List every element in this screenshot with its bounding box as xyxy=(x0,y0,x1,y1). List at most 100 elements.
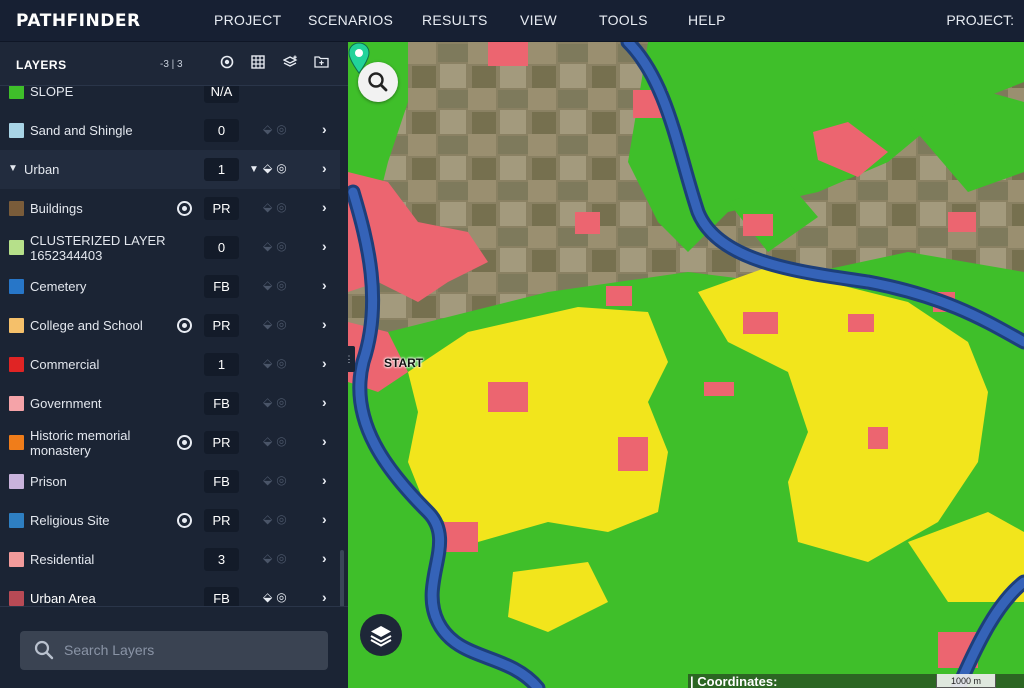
layer-badge[interactable]: 0 xyxy=(204,236,239,259)
layer-name: Historic memorial monastery xyxy=(30,428,131,458)
layer-name: Cemetery xyxy=(30,279,87,294)
visibility-toggle-icon[interactable]: ⬙◎ xyxy=(263,356,307,372)
start-pin-icon[interactable] xyxy=(348,42,370,74)
visibility-toggle-icon[interactable]: ⬙◎ xyxy=(263,278,307,294)
layer-name: Commercial xyxy=(30,357,100,372)
layers-add-icon[interactable] xyxy=(281,55,299,73)
map-layers-button[interactable] xyxy=(360,614,402,656)
layer-name: Religious Site xyxy=(30,513,110,528)
grid-icon[interactable] xyxy=(249,55,267,73)
layer-badge[interactable]: 1 xyxy=(204,158,239,181)
chevron-right-icon[interactable]: › xyxy=(322,589,327,605)
visibility-toggle-icon[interactable]: ⬙◎ xyxy=(263,317,307,333)
sidebar-resize-handle[interactable]: ⋮ xyxy=(343,346,355,372)
visibility-toggle-icon[interactable]: ⬙◎ xyxy=(263,434,307,450)
layer-row[interactable]: Prison FB ⬙◎ › xyxy=(0,462,340,501)
layer-badge[interactable]: FB xyxy=(204,392,239,415)
target-icon[interactable] xyxy=(177,201,192,216)
map-view[interactable]: START | Coordinates: 1000 m xyxy=(348,42,1024,688)
project-label: PROJECT: xyxy=(946,12,1014,28)
chevron-right-icon[interactable]: › xyxy=(322,394,327,410)
layer-group-urban[interactable]: ▼ Urban 1 ▼ ⬙◎ › xyxy=(0,150,340,189)
layer-row[interactable]: Buildings PR ⬙◎ › xyxy=(0,189,340,228)
chevron-right-icon[interactable]: › xyxy=(322,472,327,488)
chevron-right-icon[interactable]: › xyxy=(322,550,327,566)
target-icon[interactable] xyxy=(177,435,192,450)
folder-icon[interactable] xyxy=(312,55,330,73)
layer-name: CLUSTERIZED LAYER 1652344403 xyxy=(30,233,166,263)
coordinates-label: | Coordinates: xyxy=(690,674,778,688)
layer-badge[interactable]: PR xyxy=(204,509,239,532)
dropdown-caret-icon[interactable]: ▼ xyxy=(249,164,259,175)
nav-project[interactable]: PROJECT xyxy=(214,12,281,28)
map-canvas[interactable] xyxy=(348,42,1024,688)
chevron-right-icon[interactable]: › xyxy=(322,511,327,527)
visibility-toggle-icon[interactable]: ⬙◎ xyxy=(263,161,307,177)
layer-row[interactable]: Cemetery FB ⬙◎ › xyxy=(0,267,340,306)
layer-color-swatch xyxy=(9,240,24,255)
group-name: Urban xyxy=(24,162,60,177)
nav-results[interactable]: RESULTS xyxy=(422,12,488,28)
layer-name: SLOPE xyxy=(30,86,74,99)
layer-row[interactable]: Commercial 1 ⬙◎ › xyxy=(0,345,340,384)
target-icon[interactable] xyxy=(177,318,192,333)
layer-badge[interactable]: 3 xyxy=(204,548,239,571)
target-icon[interactable] xyxy=(177,513,192,528)
layers-header: LAYERS -3 | 3 xyxy=(0,42,348,86)
visibility-toggle-icon[interactable]: ⬙◎ xyxy=(263,239,307,255)
nav-scenarios[interactable]: SCENARIOS xyxy=(308,12,393,28)
layer-badge[interactable]: PR xyxy=(204,314,239,337)
visibility-toggle-icon[interactable]: ⬙◎ xyxy=(263,512,307,528)
chevron-right-icon[interactable]: › xyxy=(322,238,327,254)
layer-badge[interactable]: FB xyxy=(204,275,239,298)
layer-row[interactable]: Religious Site PR ⬙◎ › xyxy=(0,501,340,540)
target-icon[interactable] xyxy=(218,55,236,73)
visibility-toggle-icon[interactable]: ⬙◎ xyxy=(263,551,307,567)
visibility-toggle-icon[interactable]: ⬙◎ xyxy=(263,473,307,489)
layer-row[interactable]: CLUSTERIZED LAYER 1652344403 0 ⬙◎ › xyxy=(0,228,340,267)
visibility-toggle-icon[interactable]: ⬙◎ xyxy=(263,200,307,216)
map-scale: 1000 m xyxy=(936,674,996,688)
layer-list: SLOPE N/A Sand and Shingle 0 ⬙◎ › ▼ Urban 1 ▼ ⬙◎… xyxy=(0,86,340,648)
layer-badge[interactable]: FB xyxy=(204,470,239,493)
layer-name: Buildings xyxy=(30,201,83,216)
nav-view[interactable]: VIEW xyxy=(520,12,557,28)
nav-tools[interactable]: TOOLS xyxy=(599,12,648,28)
visibility-toggle-icon[interactable]: ⬙◎ xyxy=(263,122,307,138)
nav-help[interactable]: HELP xyxy=(688,12,726,28)
layer-row[interactable]: Residential 3 ⬙◎ › xyxy=(0,540,340,579)
chevron-right-icon[interactable]: › xyxy=(322,355,327,371)
chevron-right-icon[interactable]: › xyxy=(322,121,327,137)
search-box[interactable] xyxy=(20,631,328,670)
collapse-caret-icon[interactable]: ▼ xyxy=(8,163,18,174)
chevron-right-icon[interactable]: › xyxy=(322,316,327,332)
visibility-toggle-icon[interactable]: ⬙◎ xyxy=(263,395,307,411)
chevron-right-icon[interactable]: › xyxy=(322,199,327,215)
chevron-right-icon[interactable]: › xyxy=(322,160,327,176)
layer-name: College and School xyxy=(30,318,143,333)
layer-badge[interactable]: PR xyxy=(204,431,239,454)
layer-row[interactable]: College and School PR ⬙◎ › xyxy=(0,306,340,345)
search-area xyxy=(0,606,348,688)
layer-row[interactable]: Government FB ⬙◎ › xyxy=(0,384,340,423)
layer-row[interactable]: Historic memorial monastery PR ⬙◎ › xyxy=(0,423,340,462)
layer-name: Urban Area xyxy=(30,591,96,606)
layer-color-swatch xyxy=(9,396,24,411)
layer-color-swatch xyxy=(9,591,24,606)
layer-row[interactable]: Sand and Shingle 0 ⬙◎ › xyxy=(0,111,340,150)
layer-color-swatch xyxy=(9,123,24,138)
chevron-right-icon[interactable]: › xyxy=(322,433,327,449)
layer-name: Sand and Shingle xyxy=(30,123,133,138)
visibility-toggle-icon[interactable]: ⬙◎ xyxy=(263,590,307,606)
layers-count: -3 | 3 xyxy=(160,59,183,70)
layer-badge[interactable]: 0 xyxy=(204,119,239,142)
layer-badge[interactable]: 1 xyxy=(204,353,239,376)
layer-name: Government xyxy=(30,396,102,411)
chevron-right-icon[interactable]: › xyxy=(322,277,327,293)
layer-badge[interactable]: PR xyxy=(204,197,239,220)
layer-color-swatch xyxy=(9,86,24,99)
layer-badge[interactable]: N/A xyxy=(204,86,239,103)
layer-row-slope[interactable]: SLOPE N/A xyxy=(0,86,340,111)
search-layers-input[interactable] xyxy=(64,639,314,661)
search-icon xyxy=(34,640,54,660)
